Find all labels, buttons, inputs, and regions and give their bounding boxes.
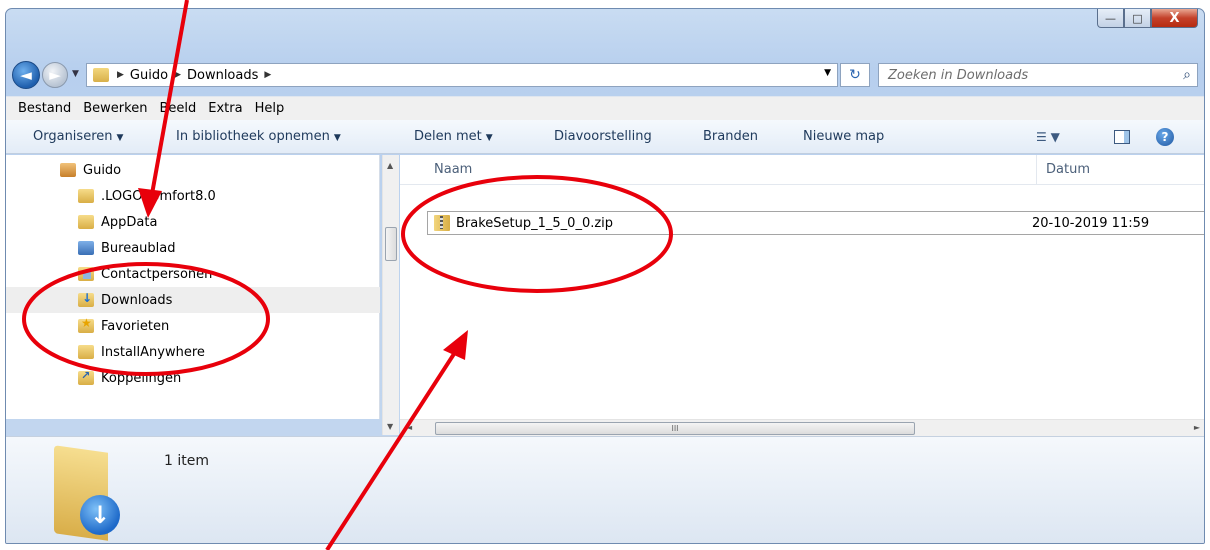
menu-bestand[interactable]: Bestand xyxy=(18,101,71,116)
breadcrumb-guido[interactable]: Guido xyxy=(130,68,168,83)
caption-buttons: — □ X xyxy=(1097,9,1198,28)
menu-bewerken[interactable]: Bewerken xyxy=(83,101,147,116)
column-divider[interactable] xyxy=(1036,155,1037,185)
nav-item-label: Guido xyxy=(83,162,122,178)
menu-beeld[interactable]: Beeld xyxy=(159,101,196,116)
navigation-pane: Guido .LOGOComfort8.0 AppData Bureaublad… xyxy=(6,155,380,419)
include-in-library-button[interactable]: In bibliotheek opnemen ▼ xyxy=(176,129,341,144)
maximize-button[interactable]: □ xyxy=(1124,9,1151,28)
slideshow-label: Diavoorstelling xyxy=(554,129,652,144)
scroll-left-icon[interactable]: ◄ xyxy=(406,423,412,432)
folder-icon xyxy=(78,189,94,203)
new-folder-label: Nieuwe map xyxy=(803,129,885,144)
file-date: 20-10-2019 11:59 xyxy=(1032,215,1150,231)
organize-button[interactable]: Organiseren ▼ xyxy=(33,129,123,144)
preview-pane-icon[interactable] xyxy=(1114,130,1130,144)
address-dropdown-icon[interactable]: ▼ xyxy=(824,68,831,78)
search-input[interactable]: Zoeken in Downloads ⌕ xyxy=(878,63,1198,87)
download-arrow-icon: ↓ xyxy=(80,495,120,535)
nav-vertical-scrollbar[interactable]: ▲ ▼ xyxy=(382,155,399,435)
scroll-thumb[interactable] xyxy=(385,227,397,261)
chevron-right-icon[interactable]: ▶ xyxy=(174,70,181,80)
refresh-button[interactable]: ↻ xyxy=(840,63,870,87)
zip-icon xyxy=(434,215,450,231)
share-with-button[interactable]: Delen met ▼ xyxy=(414,129,493,144)
include-in-library-label: In bibliotheek opnemen xyxy=(176,129,330,144)
scroll-down-icon[interactable]: ▼ xyxy=(387,422,393,431)
folder-icon xyxy=(78,345,94,359)
nav-item-koppelingen[interactable]: Koppelingen xyxy=(6,365,380,391)
file-name: BrakeSetup_1_5_0_0.zip xyxy=(456,215,614,231)
column-header-name[interactable]: Naam xyxy=(434,162,472,177)
search-placeholder: Zoeken in Downloads xyxy=(888,67,1029,83)
slideshow-button[interactable]: Diavoorstelling xyxy=(554,129,652,144)
burn-label: Branden xyxy=(703,129,758,144)
downloads-folder-icon: ↓ xyxy=(50,445,120,541)
close-button[interactable]: X xyxy=(1151,9,1198,28)
file-row[interactable]: BrakeSetup_1_5_0_0.zip 20-10-2019 11:59 xyxy=(427,211,1204,235)
chevron-right-icon[interactable]: ▶ xyxy=(264,70,271,80)
change-view-icon[interactable]: ☰ ▼ xyxy=(1036,130,1060,144)
nav-item-bureaublad[interactable]: Bureaublad xyxy=(6,235,380,261)
nav-item-downloads[interactable]: Downloads xyxy=(6,287,380,313)
nav-item-label: .LOGOComfort8.0 xyxy=(101,188,216,204)
scroll-right-icon[interactable]: ► xyxy=(1194,423,1200,432)
explorer-window: — □ X ◄ ► ▼ ▶ Guido ▶ Downloads ▶ ▼ ↻ Zo… xyxy=(5,8,1205,544)
file-list: Naam Datum BrakeSetup_1_5_0_0.zip 20-10-… xyxy=(400,155,1204,419)
desktop-folder-icon xyxy=(78,241,94,255)
address-row: ◄ ► ▼ ▶ Guido ▶ Downloads ▶ ▼ ↻ Zoeken i… xyxy=(6,57,1204,89)
chevron-down-icon: ▼ xyxy=(116,133,124,143)
contacts-folder-icon xyxy=(78,267,94,281)
scroll-thumb[interactable]: III xyxy=(435,422,915,435)
nav-item-favorieten[interactable]: Favorieten xyxy=(6,313,380,339)
nav-item-appdata[interactable]: AppData xyxy=(6,209,380,235)
menu-help[interactable]: Help xyxy=(255,101,285,116)
menu-extra[interactable]: Extra xyxy=(208,101,242,116)
search-icon[interactable]: ⌕ xyxy=(1183,67,1191,83)
downloads-folder-icon xyxy=(78,291,94,307)
nav-item-guido[interactable]: Guido xyxy=(6,157,380,183)
chevron-down-icon: ▼ xyxy=(333,133,341,143)
item-count: 1 item xyxy=(164,453,209,469)
column-header-date[interactable]: Datum xyxy=(1046,162,1090,177)
chevron-down-icon: ▼ xyxy=(485,133,493,143)
nav-item-label: Contactpersonen xyxy=(101,266,213,282)
burn-button[interactable]: Branden xyxy=(703,129,758,144)
scroll-up-icon[interactable]: ▲ xyxy=(387,161,393,170)
address-bar[interactable]: ▶ Guido ▶ Downloads ▶ ▼ xyxy=(86,63,838,87)
breadcrumb-downloads[interactable]: Downloads xyxy=(187,68,258,83)
new-folder-button[interactable]: Nieuwe map xyxy=(803,129,884,144)
favorites-folder-icon xyxy=(78,316,94,333)
share-with-label: Delen met xyxy=(414,129,482,144)
minimize-button[interactable]: — xyxy=(1097,9,1124,28)
details-pane: ↓ 1 item xyxy=(6,436,1204,543)
nav-item-label: AppData xyxy=(101,214,158,230)
folder-icon xyxy=(78,215,94,229)
links-folder-icon xyxy=(78,369,94,385)
content-horizontal-scrollbar[interactable]: ◄ III ► xyxy=(400,419,1204,436)
chevron-right-icon[interactable]: ▶ xyxy=(117,70,124,80)
help-icon[interactable]: ? xyxy=(1156,128,1174,146)
nav-item-label: Favorieten xyxy=(101,318,170,334)
recent-pages-dropdown[interactable]: ▼ xyxy=(72,69,79,79)
downloads-folder-icon xyxy=(93,68,109,82)
nav-item-label: Bureaublad xyxy=(101,240,176,256)
back-button[interactable]: ◄ xyxy=(12,61,40,89)
menu-bar: Bestand Bewerken Beeld Extra Help xyxy=(6,96,1204,120)
organize-label: Organiseren xyxy=(33,129,113,144)
nav-item-label: Downloads xyxy=(101,292,173,308)
nav-item-logocomfort[interactable]: .LOGOComfort8.0 xyxy=(6,183,380,209)
column-headers: Naam Datum xyxy=(400,155,1204,185)
forward-button[interactable]: ► xyxy=(42,62,68,88)
nav-item-contactpersonen[interactable]: Contactpersonen xyxy=(6,261,380,287)
nav-item-installanywhere[interactable]: InstallAnywhere xyxy=(6,339,380,365)
nav-item-label: InstallAnywhere xyxy=(101,344,205,360)
user-folder-icon xyxy=(60,163,76,177)
nav-item-label: Koppelingen xyxy=(101,370,182,386)
command-bar: Organiseren ▼ In bibliotheek opnemen ▼ Del… xyxy=(6,120,1204,154)
